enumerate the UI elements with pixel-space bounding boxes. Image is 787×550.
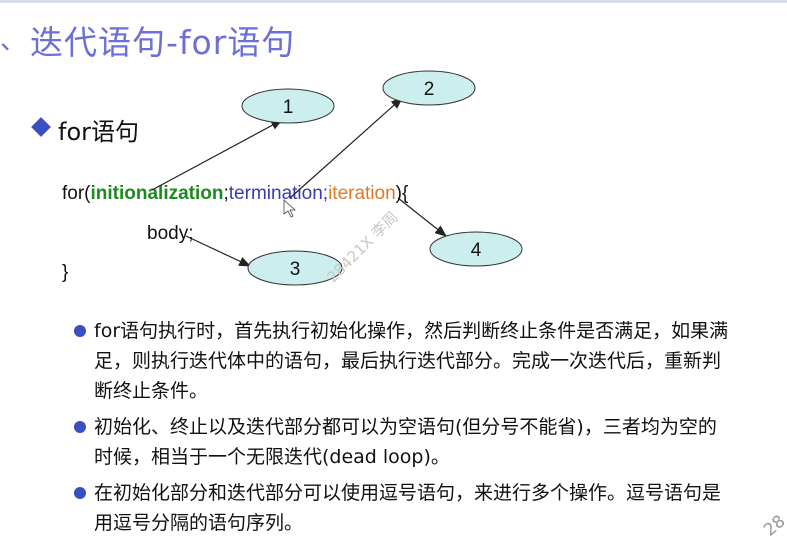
list-item: 在初始化部分和迭代部分可以使用逗号语句，来进行多个操作。逗号语句是用逗号分隔的语… — [72, 478, 732, 538]
bullet-dot-icon — [74, 421, 86, 433]
ellipse-2: 2 — [382, 70, 476, 106]
list-item: for语句执行时，首先执行初始化操作，然后判断终止条件是否满足，如果满足，则执行… — [72, 316, 732, 406]
arrow-to-3 — [185, 235, 252, 267]
bullet-text: for语句执行时，首先执行初始化操作，然后判断终止条件是否满足，如果满足，则执行… — [94, 320, 729, 402]
ellipse-1-label: 1 — [283, 97, 294, 118]
slide: 、 迭代语句-for语句 for语句 for(initionalization;… — [0, 0, 787, 550]
arrow-to-1 — [151, 119, 284, 191]
bullet-text: 初始化、终止以及迭代部分都可以为空语句(但分号不能省)，三者均为空的时候，相当于… — [94, 416, 717, 468]
bullet-text: 在初始化部分和迭代部分可以使用逗号语句，来进行多个操作。逗号语句是用逗号分隔的语… — [94, 482, 722, 534]
ellipse-2-label: 2 — [424, 79, 435, 100]
mouse-cursor-icon — [283, 199, 297, 218]
ellipse-1: 1 — [241, 88, 335, 124]
bullet-dot-icon — [74, 325, 86, 337]
ellipse-3-label: 3 — [290, 259, 301, 280]
arrow-to-4 — [397, 197, 447, 237]
ellipse-4-label: 4 — [471, 240, 482, 261]
ellipse-4: 4 — [429, 231, 523, 267]
bullet-dot-icon — [74, 487, 86, 499]
list-item: 初始化、终止以及迭代部分都可以为空语句(但分号不能省)，三者均为空的时候，相当于… — [72, 412, 732, 472]
bullet-list: for语句执行时，首先执行初始化操作，然后判断终止条件是否满足，如果满足，则执行… — [72, 316, 732, 544]
